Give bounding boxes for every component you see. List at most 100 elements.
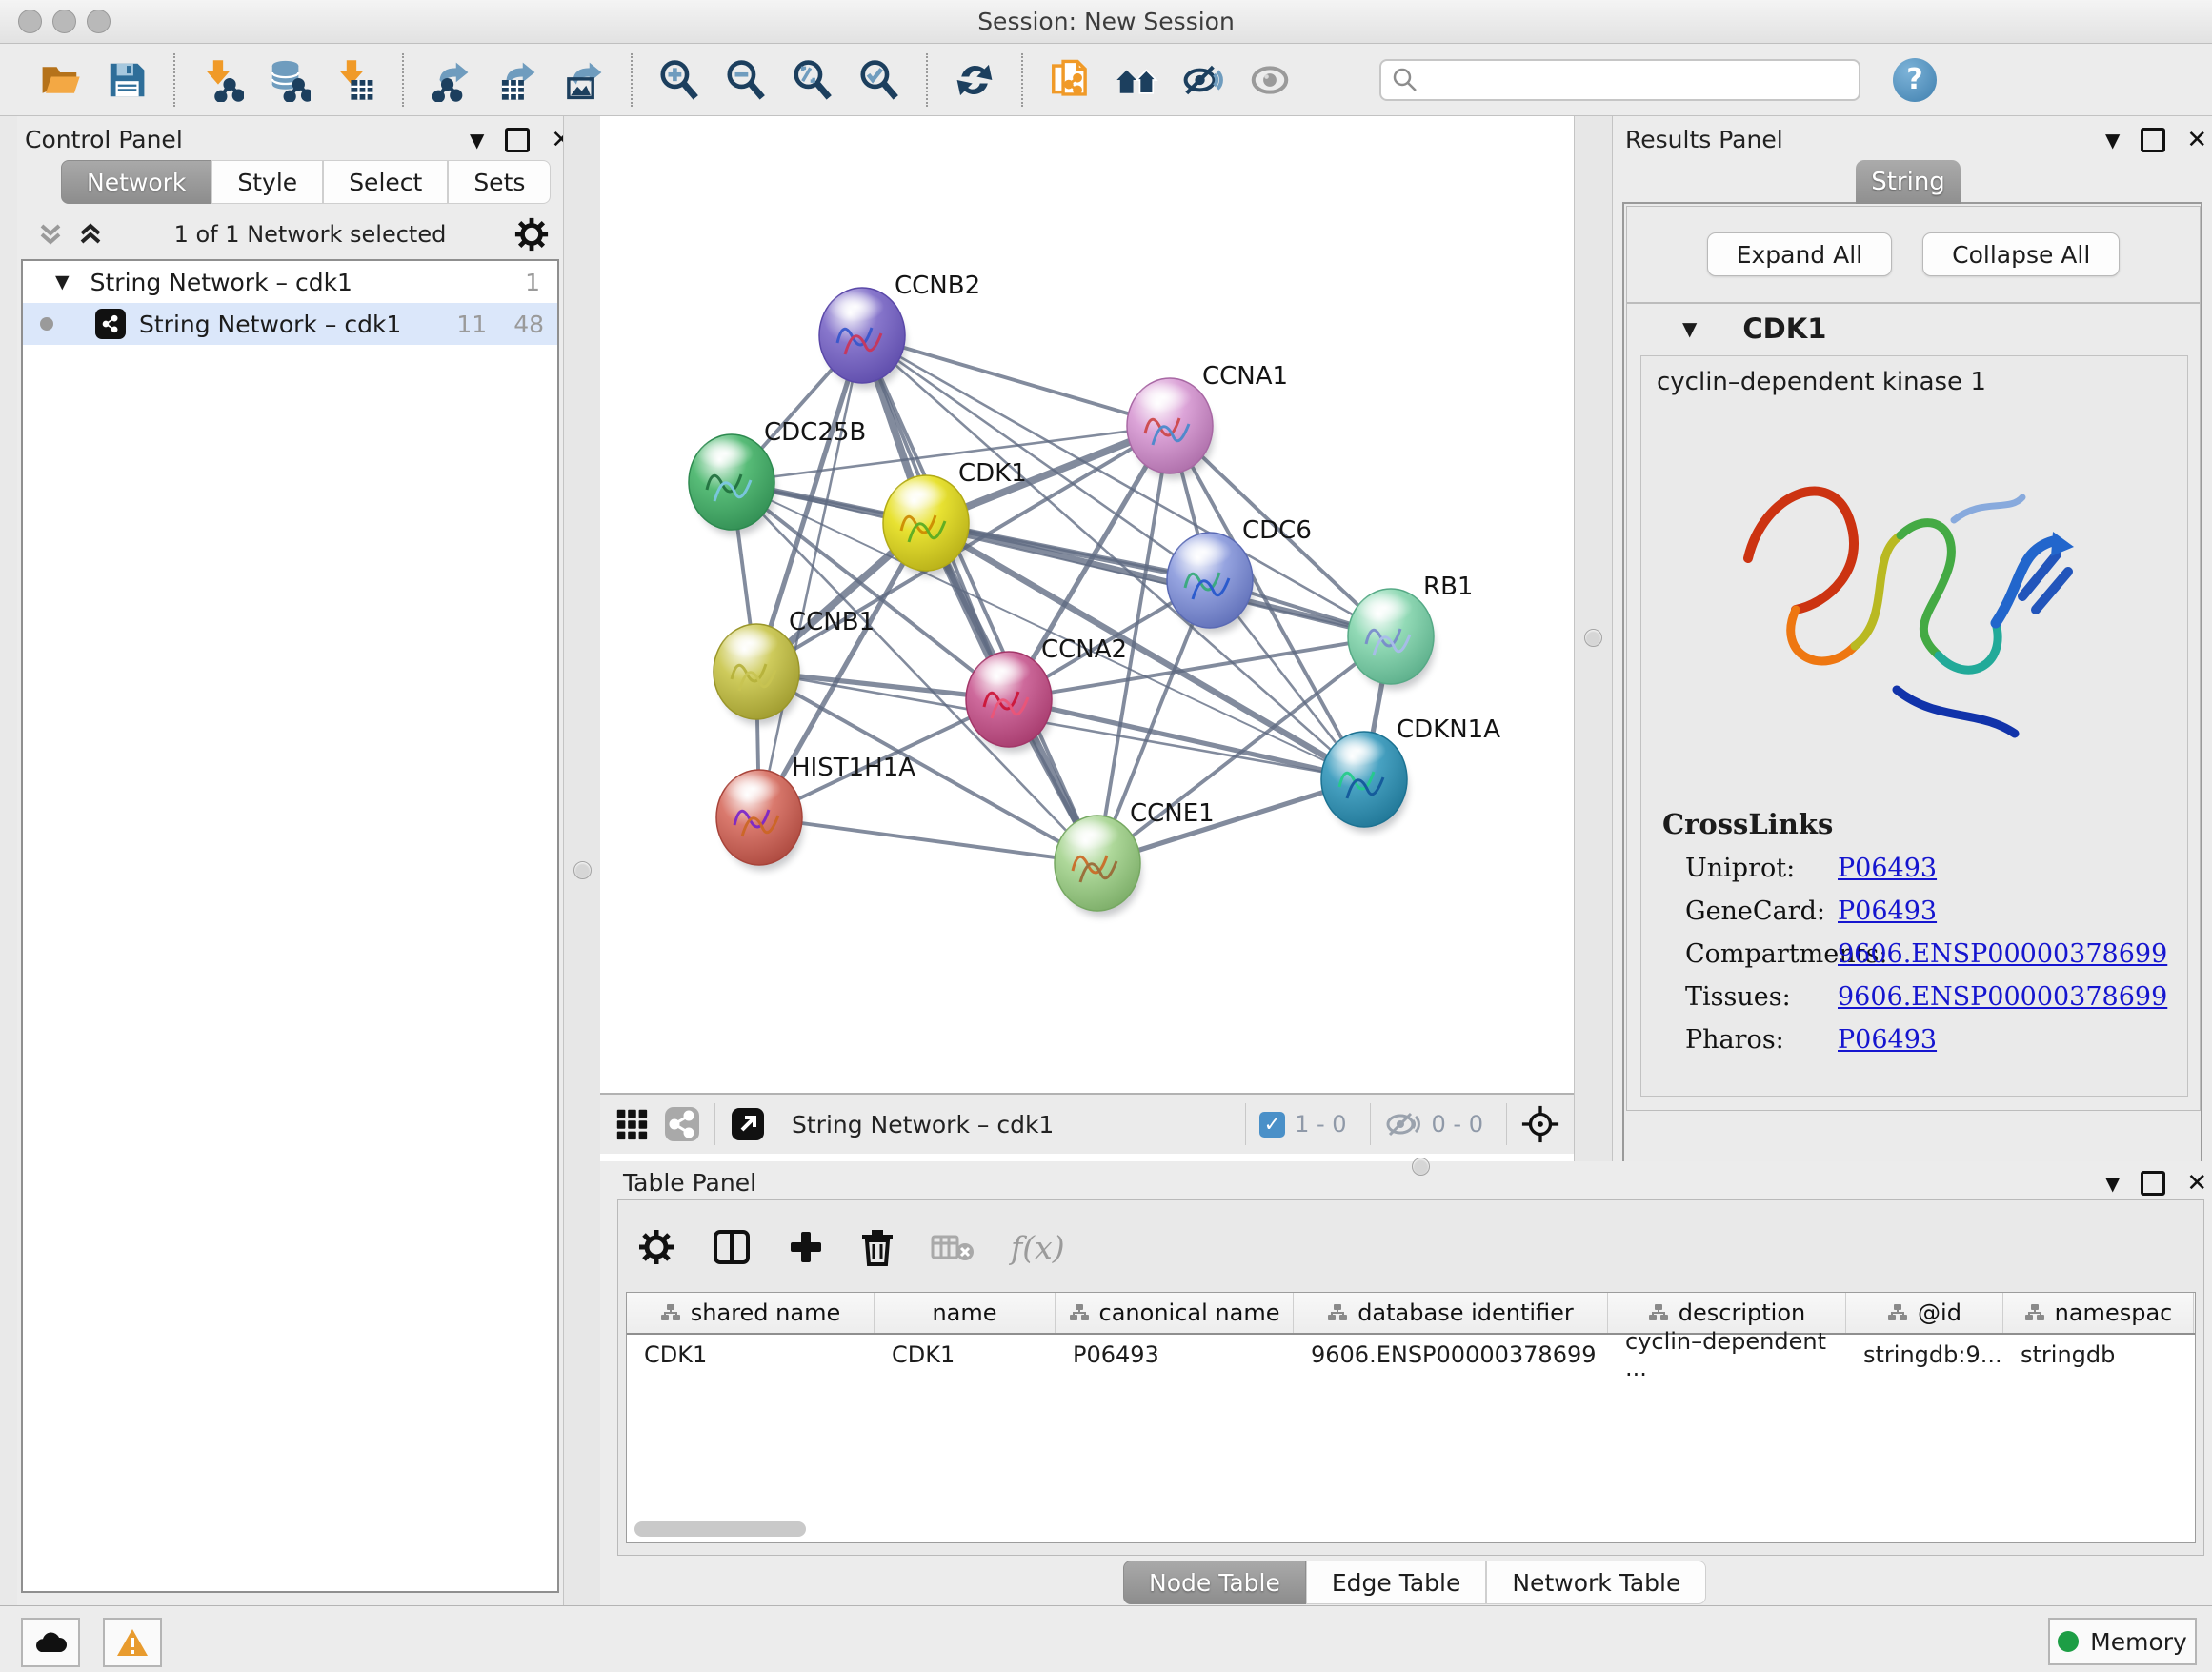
node-label-CCNA1: CCNA1 (1202, 362, 1288, 391)
expand-all-button[interactable]: Expand All (1707, 232, 1892, 276)
edge-CCNB2-HIST1H1A[interactable] (759, 335, 862, 817)
column-header-description[interactable]: description (1608, 1293, 1846, 1333)
column-header-@id[interactable]: @id (1846, 1293, 2003, 1333)
column-header-namespac[interactable]: namespac (2003, 1293, 2194, 1333)
network-row[interactable]: String Network – cdk1 11 48 (23, 303, 557, 345)
expand-all-networks-icon[interactable] (74, 220, 107, 249)
column-header-name[interactable]: name (875, 1293, 1056, 1333)
crosslink-link[interactable]: P06493 (1838, 854, 1937, 883)
fit-selected-crosshair-icon[interactable] (1520, 1104, 1560, 1144)
tab-edge-table[interactable]: Edge Table (1306, 1561, 1487, 1604)
table-panel-close-icon[interactable]: ✕ (2186, 1169, 2207, 1198)
cdk1-collapse-icon[interactable]: ▼ (1682, 317, 1697, 340)
open-in-new-window-icon[interactable] (729, 1105, 767, 1143)
cloud-button[interactable] (21, 1618, 80, 1667)
network-collection-row[interactable]: ▼ String Network – cdk1 1 (23, 261, 557, 303)
node-HIST1H1A[interactable]: HIST1H1A (716, 754, 915, 871)
zoom-selected-button[interactable] (846, 50, 913, 110)
crosslink-label: Pharos: (1685, 1025, 1838, 1055)
export-network-button[interactable] (417, 50, 484, 110)
tab-network[interactable]: Network (61, 160, 211, 204)
left-splitter-handle[interactable] (573, 861, 592, 879)
zoom-in-button[interactable] (646, 50, 713, 110)
network-edge-count: 48 (513, 311, 544, 338)
node-label-CCNE1: CCNE1 (1130, 799, 1215, 828)
table-panel-float-icon[interactable]: ▼ (2105, 1172, 2120, 1195)
first-neighbors-button[interactable] (1103, 50, 1170, 110)
collapse-all-networks-icon[interactable] (34, 220, 67, 249)
table-options-gear-icon[interactable] (637, 1228, 675, 1266)
crosslink-link[interactable]: P06493 (1838, 896, 1937, 926)
node-CCNB1[interactable]: CCNB1 (714, 608, 875, 725)
new-network-from-selection-button[interactable] (1036, 50, 1103, 110)
zoom-out-button[interactable] (713, 50, 779, 110)
node-RB1[interactable]: RB1 (1348, 573, 1473, 690)
tab-node-table[interactable]: Node Table (1123, 1561, 1306, 1604)
warning-icon (115, 1627, 150, 1658)
zoom-selected-icon (857, 58, 901, 102)
control-panel-maximize-icon[interactable] (505, 128, 530, 152)
show-all-button[interactable] (1237, 50, 1303, 110)
collection-expand-icon[interactable]: ▼ (55, 272, 70, 292)
export-image-button[interactable] (551, 50, 617, 110)
crosslink-link[interactable]: 9606.ENSP00000378699 (1838, 939, 2167, 969)
grid-view-icon[interactable] (613, 1106, 650, 1142)
warnings-button[interactable] (103, 1618, 162, 1667)
right-splitter-handle[interactable] (1584, 629, 1602, 647)
import-network-file-button[interactable] (189, 50, 255, 110)
memory-button[interactable]: Memory (2048, 1618, 2197, 1665)
horizontal-scrollbar[interactable] (634, 1521, 806, 1537)
results-panel-float-icon[interactable]: ▼ (2105, 129, 2120, 151)
title-bar: Session: New Session (0, 0, 2212, 44)
tab-style[interactable]: Style (211, 160, 323, 204)
tab-sets[interactable]: Sets (448, 160, 551, 204)
hide-selected-button[interactable] (1170, 50, 1237, 110)
tab-string[interactable]: String (1856, 160, 1961, 204)
create-column-plus-icon[interactable] (788, 1229, 824, 1265)
column-header-database-identifier[interactable]: database identifier (1294, 1293, 1608, 1333)
edge-HIST1H1A-CCNE1[interactable] (759, 817, 1097, 863)
help-button[interactable]: ? (1893, 58, 1937, 102)
refresh-button[interactable] (941, 50, 1008, 110)
network-status-dot (40, 317, 53, 331)
search-input[interactable] (1419, 66, 1833, 94)
node-CDC6[interactable]: CDC6 (1167, 516, 1312, 634)
node-CCNB2[interactable]: CCNB2 (819, 272, 980, 389)
network-canvas[interactable]: CCNB2 CCNA1 CDC25B CDK1 CDC6 RB1 (600, 116, 1574, 1093)
search-box[interactable] (1379, 59, 1860, 101)
node-CDK1[interactable]: CDK1 (883, 459, 1027, 576)
collapse-all-button[interactable]: Collapse All (1922, 232, 2120, 276)
table-panel-maximize-icon[interactable] (2141, 1171, 2165, 1196)
results-panel-close-icon[interactable]: ✕ (2186, 126, 2207, 154)
import-network-database-button[interactable] (255, 50, 322, 110)
tab-network-table[interactable]: Network Table (1486, 1561, 1706, 1604)
crosslink-link[interactable]: 9606.ENSP00000378699 (1838, 982, 2167, 1012)
toolbar-separator (402, 53, 404, 107)
left-panel-splitter[interactable] (563, 116, 602, 1605)
zoom-fit-content-button[interactable] (779, 50, 846, 110)
control-panel-float-icon[interactable]: ▼ (470, 129, 484, 151)
edge-CCNB2-CCNA1[interactable] (862, 335, 1170, 426)
column-header-shared-name[interactable]: shared name (627, 1293, 875, 1333)
save-session-button[interactable] (93, 50, 160, 110)
delete-column-trash-icon[interactable] (860, 1228, 895, 1266)
results-panel-maximize-icon[interactable] (2141, 128, 2165, 152)
network-birds-eye-icon[interactable] (663, 1105, 701, 1143)
node-label-CDC6: CDC6 (1242, 516, 1312, 545)
table-row[interactable]: CDK1CDK1P064939606.ENSP00000378699cyclin… (627, 1335, 2195, 1375)
table-panel-splitter-handle[interactable] (1412, 1158, 1430, 1176)
show-columns-icon[interactable] (712, 1228, 752, 1266)
crosslink-link[interactable]: P06493 (1838, 1025, 1937, 1055)
node-CDKN1A[interactable]: CDKN1A (1321, 715, 1500, 833)
edge-CDK1-RB1[interactable] (926, 523, 1391, 636)
network-options-gear-icon[interactable] (513, 216, 550, 252)
network-label: String Network – cdk1 (139, 311, 401, 338)
node-table: shared namenamecanonical namedatabase id… (626, 1292, 2196, 1543)
open-session-button[interactable] (27, 50, 93, 110)
tab-select[interactable]: Select (323, 160, 448, 204)
column-header-canonical-name[interactable]: canonical name (1056, 1293, 1294, 1333)
column-namespace-icon (1648, 1303, 1669, 1322)
export-table-button[interactable] (484, 50, 551, 110)
selected-nodes-checkbox[interactable]: ✓ (1259, 1112, 1285, 1138)
import-table-button[interactable] (322, 50, 389, 110)
